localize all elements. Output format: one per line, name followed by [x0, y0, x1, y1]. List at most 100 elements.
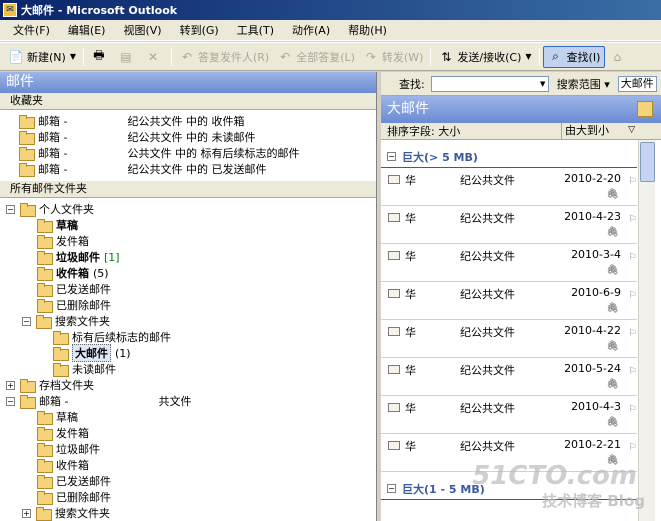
envelope-icon: [388, 213, 400, 222]
toolbar-separator: [538, 47, 540, 66]
menu-view[interactable]: 视图(V): [114, 21, 170, 40]
chevron-down-icon[interactable]: ▼: [538, 77, 548, 91]
favorites-header[interactable]: 收藏夹: [0, 93, 376, 110]
new-mail-icon: 📄: [8, 49, 24, 64]
tree-deleted[interactable]: 已删除邮件: [0, 297, 376, 313]
message-row[interactable]: 华 纪公共文件 2010-4-22 🖇 ⚐: [381, 320, 637, 358]
search-scope-value[interactable]: 大邮件: [617, 75, 657, 92]
chevron-down-icon[interactable]: ▼: [525, 52, 531, 61]
redacted-name: [68, 395, 159, 407]
favorite-flagged[interactable]: 邮箱 - 公共文件 中的 标有后续标志的邮件: [18, 145, 376, 161]
move-folder-icon: ▤: [120, 49, 132, 64]
flag-icon[interactable]: ⚐: [628, 290, 637, 301]
tree-junk[interactable]: 垃圾邮件 [1]: [0, 249, 376, 265]
message-row[interactable]: 华 纪公共文件 2010-4-3 🖇 ⚐: [381, 396, 637, 434]
message-row[interactable]: 华 纪公共文件 2010-6-9 🖇 ⚐: [381, 282, 637, 320]
tree-mailbox-outbox[interactable]: 发件箱: [0, 425, 376, 441]
reply-all-button[interactable]: ↶ 全部答复(L): [273, 46, 359, 68]
flag-icon[interactable]: ⚐: [628, 328, 637, 339]
new-button[interactable]: 📄 新建(N) ▼: [4, 46, 80, 68]
favorite-sent[interactable]: 邮箱 - 纪公共文件 中的 已发送邮件: [18, 161, 376, 177]
all-folders-header[interactable]: 所有邮件文件夹: [0, 181, 376, 198]
message-row[interactable]: 华 纪公共文件 2010-4-23 🖇 ⚐: [381, 206, 637, 244]
collapse-icon[interactable]: −: [387, 484, 396, 493]
flag-icon[interactable]: ⚐: [628, 176, 637, 187]
expand-icon[interactable]: +: [6, 380, 15, 390]
sort-order[interactable]: 由大到小: [561, 123, 636, 139]
menu-help[interactable]: 帮助(H): [339, 21, 396, 40]
message-row[interactable]: 华 纪公共文件 2010-3-4 🖇 ⚐: [381, 244, 637, 282]
personal-folders-icon: [19, 202, 36, 217]
attachment-icon: 🖇: [606, 227, 619, 238]
tree-search-folders[interactable]: − 搜索文件夹: [0, 313, 376, 329]
tree-inbox[interactable]: 收件箱 (5): [0, 265, 376, 281]
archive-folders-icon: [19, 378, 36, 393]
collapse-icon[interactable]: −: [387, 152, 396, 161]
folder-icon: [18, 162, 35, 177]
forward-button[interactable]: ↷ 转发(W): [359, 46, 427, 68]
favorites-list: 邮箱 - 纪公共文件 中的 收件箱 邮箱 - 纪公共文件 中的 未读邮件 邮箱 -公…: [0, 110, 376, 181]
menu-file[interactable]: 文件(F): [4, 21, 59, 40]
tree-sent[interactable]: 已发送邮件: [0, 281, 376, 297]
collapse-icon[interactable]: −: [22, 316, 31, 326]
find-input[interactable]: ▼: [430, 75, 549, 92]
menu-tools[interactable]: 工具(T): [228, 21, 283, 40]
move-button[interactable]: ▤: [114, 46, 141, 68]
find-button[interactable]: ⌕ 查找(I): [542, 45, 606, 68]
reply-icon: ↶: [181, 49, 192, 64]
scrollbar-thumb[interactable]: [640, 142, 655, 182]
print-button[interactable]: 🖶: [87, 46, 114, 68]
message-row[interactable]: 华 纪公共文件 2010-2-20 🖇 ⚐: [381, 168, 637, 206]
menu-actions[interactable]: 动作(A): [283, 21, 339, 40]
address-book-button[interactable]: ⌂: [605, 46, 632, 68]
favorite-unread[interactable]: 邮箱 - 纪公共文件 中的 未读邮件: [18, 129, 376, 145]
send-receive-button[interactable]: ⇅ 发送/接收(C) ▼: [434, 46, 535, 68]
tree-drafts[interactable]: 草稿: [0, 217, 376, 233]
menu-bar: 文件(F) 编辑(E) 视图(V) 转到(G) 工具(T) 动作(A) 帮助(H…: [0, 20, 661, 41]
reply-button[interactable]: ↶ 答复发件人(R): [175, 46, 273, 68]
menu-go[interactable]: 转到(G): [171, 21, 228, 40]
message-list-scrollbar[interactable]: [638, 140, 655, 521]
tree-search-flagged[interactable]: 标有后续标志的邮件: [0, 329, 376, 345]
chevron-down-icon[interactable]: ▼: [70, 52, 76, 61]
tree-personal-folders[interactable]: − 个人文件夹: [0, 201, 376, 217]
flag-icon[interactable]: ⚐: [628, 252, 637, 263]
group-header-huge[interactable]: − 巨大(> 5 MB): [381, 146, 637, 168]
expand-icon[interactable]: +: [22, 508, 31, 518]
redacted-name: [67, 115, 128, 127]
outlook-app-icon: ✉: [3, 3, 17, 17]
flag-icon[interactable]: ⚐: [628, 366, 637, 377]
tree-mailbox-junk[interactable]: 垃圾邮件: [0, 441, 376, 457]
delete-button[interactable]: ✕: [141, 46, 168, 68]
watermark-logo: 51CTO.com: [472, 461, 637, 491]
tree-mailbox-inbox[interactable]: 收件箱: [0, 457, 376, 473]
filter-icon[interactable]: ▽: [628, 125, 635, 135]
flag-icon[interactable]: ⚐: [628, 214, 637, 225]
search-scope-button[interactable]: 搜索范围 ▾: [557, 76, 610, 92]
flag-icon[interactable]: ⚐: [628, 404, 637, 415]
tree-mailbox-deleted[interactable]: 已删除邮件: [0, 489, 376, 505]
outbox-icon: [36, 234, 53, 249]
address-book-icon: ⌂: [613, 49, 622, 64]
favorite-inbox[interactable]: 邮箱 - 纪公共文件 中的 收件箱: [18, 113, 376, 129]
tree-mailbox[interactable]: − 邮箱 - 共文件: [0, 393, 376, 409]
deleted-items-icon: [36, 298, 53, 313]
tree-mailbox-drafts[interactable]: 草稿: [0, 409, 376, 425]
find-binoculars-icon: ⌕: [552, 49, 559, 63]
sort-bar: 排序字段: 大小 由大到小 ▽: [381, 123, 661, 140]
tree-mailbox-sent[interactable]: 已发送邮件: [0, 473, 376, 489]
flag-icon[interactable]: ⚐: [628, 442, 637, 453]
tree-search-large[interactable]: 大邮件 (1): [0, 344, 376, 362]
message-row[interactable]: 华 纪公共文件 2010-5-24 🖇 ⚐: [381, 358, 637, 396]
envelope-icon: [388, 251, 400, 260]
tree-outbox[interactable]: 发件箱: [0, 233, 376, 249]
search-folder-icon: [52, 362, 69, 377]
tree-archive-folders[interactable]: + 存档文件夹: [0, 377, 376, 393]
folder-title: 大邮件: [387, 101, 429, 117]
collapse-icon[interactable]: −: [6, 204, 15, 214]
tree-mailbox-search[interactable]: + 搜索文件夹: [0, 505, 376, 521]
sort-field[interactable]: 排序字段: 大小: [387, 123, 460, 139]
collapse-icon[interactable]: −: [6, 396, 15, 406]
tree-search-unread[interactable]: 未读邮件: [0, 361, 376, 377]
menu-edit[interactable]: 编辑(E): [59, 21, 115, 40]
